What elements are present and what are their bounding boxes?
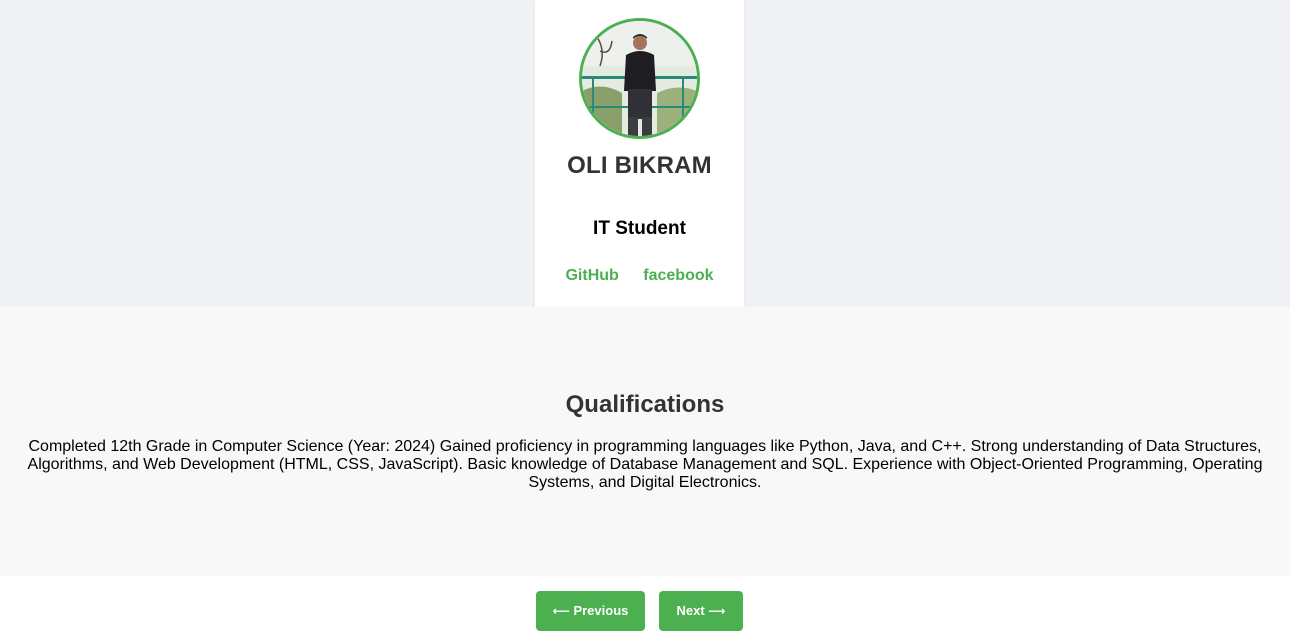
profile-avatar: [579, 18, 700, 139]
qualifications-heading: Qualifications: [565, 391, 725, 418]
social-links: GitHub facebook: [535, 267, 744, 285]
facebook-link[interactable]: facebook: [643, 267, 713, 284]
hero-section: OLI BIKRAM IT Student GitHub facebook: [0, 0, 1290, 307]
next-button-label: Next: [676, 603, 705, 618]
arrow-right-icon: ⟶: [708, 604, 726, 618]
qualifications-section: Qualifications Completed 12th Grade in C…: [0, 307, 1290, 576]
previous-button-label: Previous: [573, 603, 629, 618]
avatar-photo: [582, 21, 697, 136]
arrow-left-icon: ⟵: [552, 604, 570, 618]
profile-card: OLI BIKRAM IT Student GitHub facebook: [535, 0, 744, 307]
next-button[interactable]: Next ⟶: [659, 591, 743, 631]
profile-role: IT Student: [593, 218, 686, 239]
github-link[interactable]: GitHub: [565, 267, 618, 284]
previous-button[interactable]: ⟵ Previous: [536, 591, 645, 631]
profile-name: OLI BIKRAM: [567, 152, 712, 179]
qualifications-text: Completed 12th Grade in Computer Science…: [27, 438, 1263, 491]
page-navigation: ⟵ Previous Next ⟶: [0, 576, 1290, 631]
